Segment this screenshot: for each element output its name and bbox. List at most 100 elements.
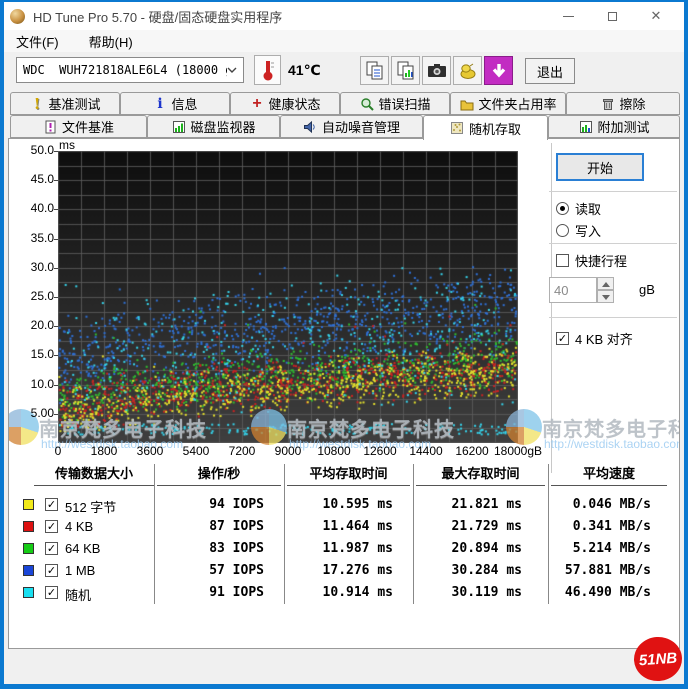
radio-write[interactable]: 写入 [556,221,601,240]
series-color-swatch [23,521,34,532]
exit-label: 退出 [537,62,563,81]
y-tick-label: 40.0 [9,201,54,215]
y-tick-label: 25.0 [9,289,54,303]
exit-button[interactable]: 退出 [525,58,575,84]
copy-image-button[interactable] [391,56,420,85]
download-arrow-icon [488,60,510,82]
drive-select-value: WDC WUH721818ALE6L4 (18000 gB) [23,63,227,77]
col-header-iops: 操作/秒 [157,463,281,486]
magnifier-icon [359,96,374,111]
radio-dot [556,202,569,215]
window-border-top [0,0,688,2]
hand-coins-icon [457,60,479,82]
trash-icon [600,96,615,111]
y-tick-mark [54,151,58,152]
series-checkbox[interactable] [45,542,58,555]
chevron-down-icon [227,67,237,73]
thermometer-icon [261,57,275,83]
series-color-swatch [23,543,34,554]
table-row-random: 随机 91 IOPS 10.914 ms 30.119 ms 46.490 MB… [9,583,680,604]
temperature-label: 41℃ [288,62,321,79]
tab-error-scan[interactable]: 错误扫描 [340,92,450,115]
tab-aam[interactable]: 自动噪音管理 [280,115,423,138]
stepper-down-button[interactable] [597,290,614,303]
tab-extra-tests[interactable]: 附加测试 [548,115,680,138]
menu-file[interactable]: 文件(F) [12,30,63,53]
align-checkbox[interactable]: 4 KB 对齐 [556,329,633,348]
tab-row-1: ! 基准测试 i 信息 + 健康状态 错误扫描 文件夹占用率 擦除 [10,92,680,115]
tab-disk-monitor[interactable]: 磁盘监视器 [147,115,280,138]
y-tick-label: 35.0 [9,231,54,245]
col-header-max: 最大存取时间 [416,463,545,486]
start-button[interactable]: 开始 [556,153,644,181]
stepper-up-button[interactable] [597,277,614,290]
tab-benchmark[interactable]: ! 基准测试 [10,92,120,115]
y-tick-label: 10.0 [9,377,54,391]
random-access-icon [450,121,465,136]
y-tick-label: 5.00 [9,406,54,420]
table-row-1mb: 1 MB 57 IOPS 17.276 ms 30.284 ms 57.881 … [9,561,680,582]
table-row-512b: 512 字节 94 IOPS 10.595 ms 21.821 ms 0.046… [9,495,680,516]
maximize-button[interactable] [590,2,634,30]
tab-info[interactable]: i 信息 [120,92,230,115]
series-checkbox[interactable] [45,498,58,511]
checkbox-icon [556,254,569,267]
short-stroke-value-input[interactable]: 40 [549,277,597,303]
save-button[interactable] [484,56,513,85]
screenshot-button[interactable] [422,56,451,85]
disk-monitor-icon [171,119,186,134]
separator [549,243,677,244]
series-checkbox[interactable] [45,564,58,577]
info-icon: i [152,96,167,111]
scatter-plot [58,151,518,443]
menu-bar: 文件(F) 帮助(H) [4,30,684,52]
drive-select[interactable]: WDC WUH721818ALE6L4 (18000 gB) [16,57,244,83]
hd-tune-window: HD Tune Pro 5.70 - 硬盘/固态硬盘实用程序 ✕ 文件(F) 帮… [0,0,688,689]
series-checkbox[interactable] [45,520,58,533]
title-bar: HD Tune Pro 5.70 - 硬盘/固态硬盘实用程序 ✕ [4,2,684,30]
health-cross-icon: + [249,96,264,111]
col-header-speed: 平均速度 [551,463,667,486]
separator [549,317,677,318]
toolbar: WDC WUH721818ALE6L4 (18000 gB) 41℃ [4,52,684,90]
minimize-icon [563,16,574,17]
benchmark-icon: ! [29,96,44,111]
file-benchmark-icon [43,119,58,134]
series-checkbox[interactable] [45,586,58,599]
y-tick-mark [54,239,58,240]
series-color-swatch [23,565,34,576]
table-row-4kb: 4 KB 87 IOPS 11.464 ms 21.729 ms 0.341 M… [9,517,680,538]
donate-button[interactable] [453,56,482,85]
tab-file-benchmark[interactable]: 文件基准 [10,115,147,138]
radio-read[interactable]: 读取 [556,199,601,218]
tab-row-2: 文件基准 磁盘监视器 自动噪音管理 随机存取 附加测试 [10,115,680,138]
checkbox-checked-icon [556,332,569,345]
camera-icon [426,60,448,82]
close-button[interactable]: ✕ [634,2,678,30]
menu-help[interactable]: 帮助(H) [85,30,137,53]
col-header-size: 传输数据大小 [34,463,154,486]
tab-health[interactable]: + 健康状态 [230,92,340,115]
minimize-button[interactable] [546,2,590,30]
panel-divider [551,143,552,473]
copy-text-button[interactable] [360,56,389,85]
short-stroke-checkbox[interactable]: 快捷行程 [556,251,627,270]
y-tick-mark [54,209,58,210]
short-stroke-stepper [597,277,614,303]
tab-page: ms 开始 读取 写入 快捷行程 40 gB 4 KB 对齐 [8,138,680,649]
y-tick-label: 50.0 [9,143,54,157]
x-tick-label: 18000gB [486,444,550,458]
y-tick-label: 45.0 [9,172,54,186]
table-row-64kb: 64 KB 83 IOPS 11.987 ms 20.894 ms 5.214 … [9,539,680,560]
tab-random-access[interactable]: 随机存取 [423,115,548,140]
y-tick-mark [54,414,58,415]
radio-dot [556,224,569,237]
y-tick-label: 15.0 [9,347,54,361]
temperature-button[interactable] [254,55,281,85]
tab-folder-usage[interactable]: 文件夹占用率 [450,92,566,115]
window-border-right [684,0,688,689]
series-color-swatch [23,587,34,598]
folder-icon [459,96,474,111]
maximize-icon [608,12,617,21]
tab-erase[interactable]: 擦除 [566,92,680,115]
